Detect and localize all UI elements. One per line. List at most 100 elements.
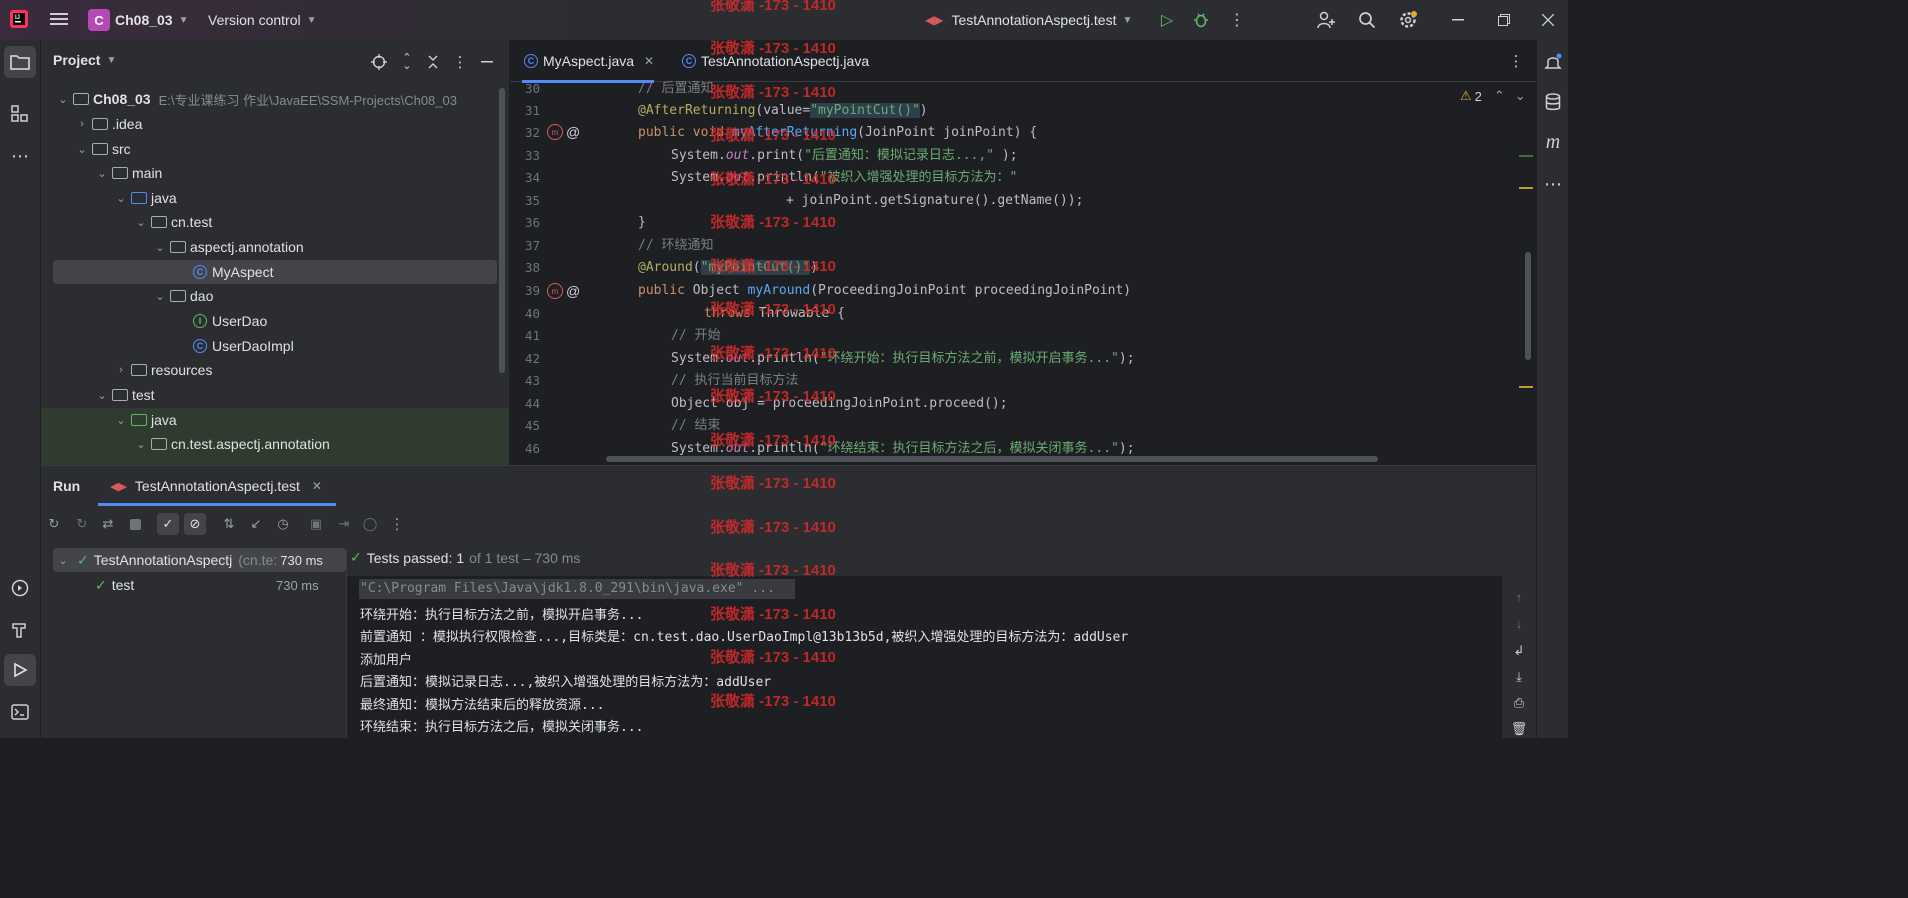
advice-gutter-icon[interactable]: m [547, 283, 563, 299]
sort-icon[interactable]: ⇅ [218, 513, 240, 535]
editor-horizontal-scrollbar[interactable] [606, 456, 1378, 462]
more-right-tools-icon[interactable]: ⋯ [1541, 172, 1565, 196]
chevron-right-icon: › [80, 118, 84, 130]
test-row-method[interactable]: ✓ test 730 ms [53, 573, 346, 597]
search-icon[interactable] [1355, 8, 1379, 32]
more-run-actions-icon[interactable]: ⋮ [386, 513, 408, 535]
annotation-gutter-icon[interactable]: @ [566, 283, 580, 299]
watermark: 张敬潇 -173 - 1410 [710, 388, 836, 405]
tree-item-userdaoimpl[interactable]: C UserDaoImpl [41, 334, 509, 358]
tree-item-resources[interactable]: › resources [41, 358, 509, 382]
tree-item-src[interactable]: ⌄ src [41, 137, 509, 161]
tree-item-test-package[interactable]: ⌄ cn.test.aspectj.annotation [41, 432, 509, 456]
editor-vertical-scrollbar[interactable] [1525, 252, 1531, 360]
rerun-icon[interactable]: ↻ [43, 513, 65, 535]
options-icon[interactable]: ⋮ [450, 52, 470, 72]
code-text: ) [919, 103, 928, 118]
close-tab-icon[interactable]: ✕ [644, 54, 654, 68]
more-tools-icon[interactable]: ⋯ [4, 140, 36, 172]
project-switcher[interactable]: C Ch08_03 ▼ [88, 8, 189, 32]
arrow-up-icon[interactable]: ↑ [1510, 588, 1528, 606]
class-icon: C [193, 265, 207, 279]
project-folder-icon[interactable] [4, 46, 36, 78]
main-menu-icon[interactable] [48, 8, 70, 30]
run-config-selector[interactable]: ◀▶ TestAnnotationAspectj.test ▼ [925, 8, 1132, 32]
camera-icon[interactable]: ▣ [305, 513, 327, 535]
tree-item-dao[interactable]: ⌄ dao [41, 284, 509, 308]
close-icon[interactable] [1536, 8, 1560, 32]
code-line-30[interactable]: // 后置通知 [638, 78, 713, 100]
structure-icon[interactable] [4, 98, 36, 130]
advice-gutter-icon[interactable]: m [547, 124, 563, 140]
annotation-gutter-icon[interactable]: @ [566, 124, 580, 140]
code-line-32[interactable]: public void myAfterReturning(JoinPoint j… [638, 122, 1037, 144]
close-tab-icon[interactable]: ✕ [312, 479, 322, 493]
project-panel-header[interactable]: Project ▼ [53, 52, 116, 68]
arrow-down-icon[interactable]: ↓ [1510, 614, 1528, 632]
tree-item-test-java[interactable]: ⌄ java [41, 408, 509, 432]
collapse-icon[interactable]: ↙ [245, 513, 267, 535]
terminal-icon[interactable] [4, 696, 36, 728]
chevron-up-icon[interactable]: ⌃ [1494, 88, 1505, 104]
database-icon[interactable] [1541, 90, 1565, 114]
tree-item-myaspect[interactable]: C MyAspect [53, 260, 497, 284]
code-line-36[interactable]: } [638, 212, 646, 234]
tree-item-aspectj-annotation[interactable]: ⌄ aspectj.annotation [41, 235, 509, 259]
warnings-indicator[interactable]: ⚠ 2 ⌃ ⌄ [1460, 88, 1526, 104]
project-badge: C [88, 9, 110, 31]
history-clock-icon[interactable]: ◷ [272, 513, 294, 535]
source-folder-icon [131, 192, 147, 204]
console-output[interactable] [347, 576, 1502, 738]
debug-icon[interactable] [1190, 9, 1212, 31]
console-line: 添加用户 [360, 653, 413, 668]
code-line-37[interactable]: // 环绕通知 [638, 235, 713, 257]
import-icon[interactable]: ⇥ [333, 513, 355, 535]
code-line-31[interactable]: @AfterReturning(value="myPointCut()") [638, 100, 928, 122]
expand-all-icon[interactable]: ⌃ ⌄ [397, 52, 417, 72]
build-hammer-icon[interactable] [4, 614, 36, 646]
package-icon [151, 438, 167, 450]
scroll-to-end-icon[interactable]: ⤓ [1510, 668, 1528, 686]
run-icon[interactable]: ▷ [1156, 9, 1178, 31]
intellij-logo-icon[interactable]: IJ [8, 8, 30, 30]
tree-item-main[interactable]: ⌄ main [41, 161, 509, 185]
more-actions-icon[interactable]: ⋮ [1226, 9, 1248, 31]
project-name: Ch08_03 [115, 12, 173, 28]
tree-label: UserDaoImpl [212, 338, 294, 354]
locate-target-icon[interactable] [369, 52, 389, 72]
collapse-all-icon[interactable] [423, 52, 443, 72]
show-ignored-icon[interactable]: ⊘ [184, 513, 206, 535]
tree-item-cn-test[interactable]: ⌄ cn.test [41, 210, 509, 234]
code-line-33[interactable]: System.out.print("后置通知：模拟记录日志...," ); [671, 145, 1018, 167]
run-tab[interactable]: ◀▶ TestAnnotationAspectj.test ✕ [98, 466, 322, 506]
services-icon[interactable] [4, 572, 36, 604]
soft-wrap-icon[interactable]: ↲ [1510, 642, 1528, 660]
stop-icon[interactable] [124, 513, 146, 535]
restore-icon[interactable] [1492, 8, 1516, 32]
tree-item-idea[interactable]: › .idea [41, 112, 509, 136]
rerun-failed-icon[interactable]: ↻ [71, 513, 93, 535]
toggle-auto-test-icon[interactable]: ⇄ [97, 513, 119, 535]
test-row-class[interactable]: ⌄ ✓ TestAnnotationAspectj (cn.te: 730 ms [53, 548, 346, 572]
print-icon[interactable]: ⎙ [1510, 694, 1528, 712]
tree-item-test[interactable]: ⌄ test [41, 383, 509, 407]
coverage-icon[interactable]: ◯ [359, 513, 381, 535]
tab-options-icon[interactable]: ⋮ [1506, 51, 1526, 71]
tree-item-java[interactable]: ⌄ java [41, 186, 509, 210]
tab-myaspect[interactable]: C MyAspect.java ✕ [522, 40, 655, 83]
maven-icon[interactable]: m [1541, 130, 1565, 154]
tree-item-userdao[interactable]: I UserDao [41, 309, 509, 333]
trash-icon[interactable]: 🗑 [1510, 720, 1528, 738]
hide-panel-icon[interactable] [477, 52, 497, 72]
notifications-bell-icon[interactable] [1541, 50, 1565, 74]
version-control-menu[interactable]: Version control ▼ [208, 8, 317, 32]
settings-gear-icon[interactable] [1396, 8, 1420, 32]
code-line-35[interactable]: + joinPoint.getSignature().getName()); [786, 190, 1083, 212]
minimize-icon[interactable] [1446, 8, 1470, 32]
run-tool-icon[interactable] [4, 654, 36, 686]
tree-root[interactable]: ⌄ Ch08_03 E:\专业课练习 作业\JavaEE\SSM-Project… [41, 87, 509, 111]
chevron-down-icon[interactable]: ⌄ [1515, 88, 1526, 104]
project-scrollbar[interactable] [499, 88, 505, 373]
add-user-icon[interactable] [1314, 8, 1338, 32]
show-passed-icon[interactable]: ✓ [157, 513, 179, 535]
